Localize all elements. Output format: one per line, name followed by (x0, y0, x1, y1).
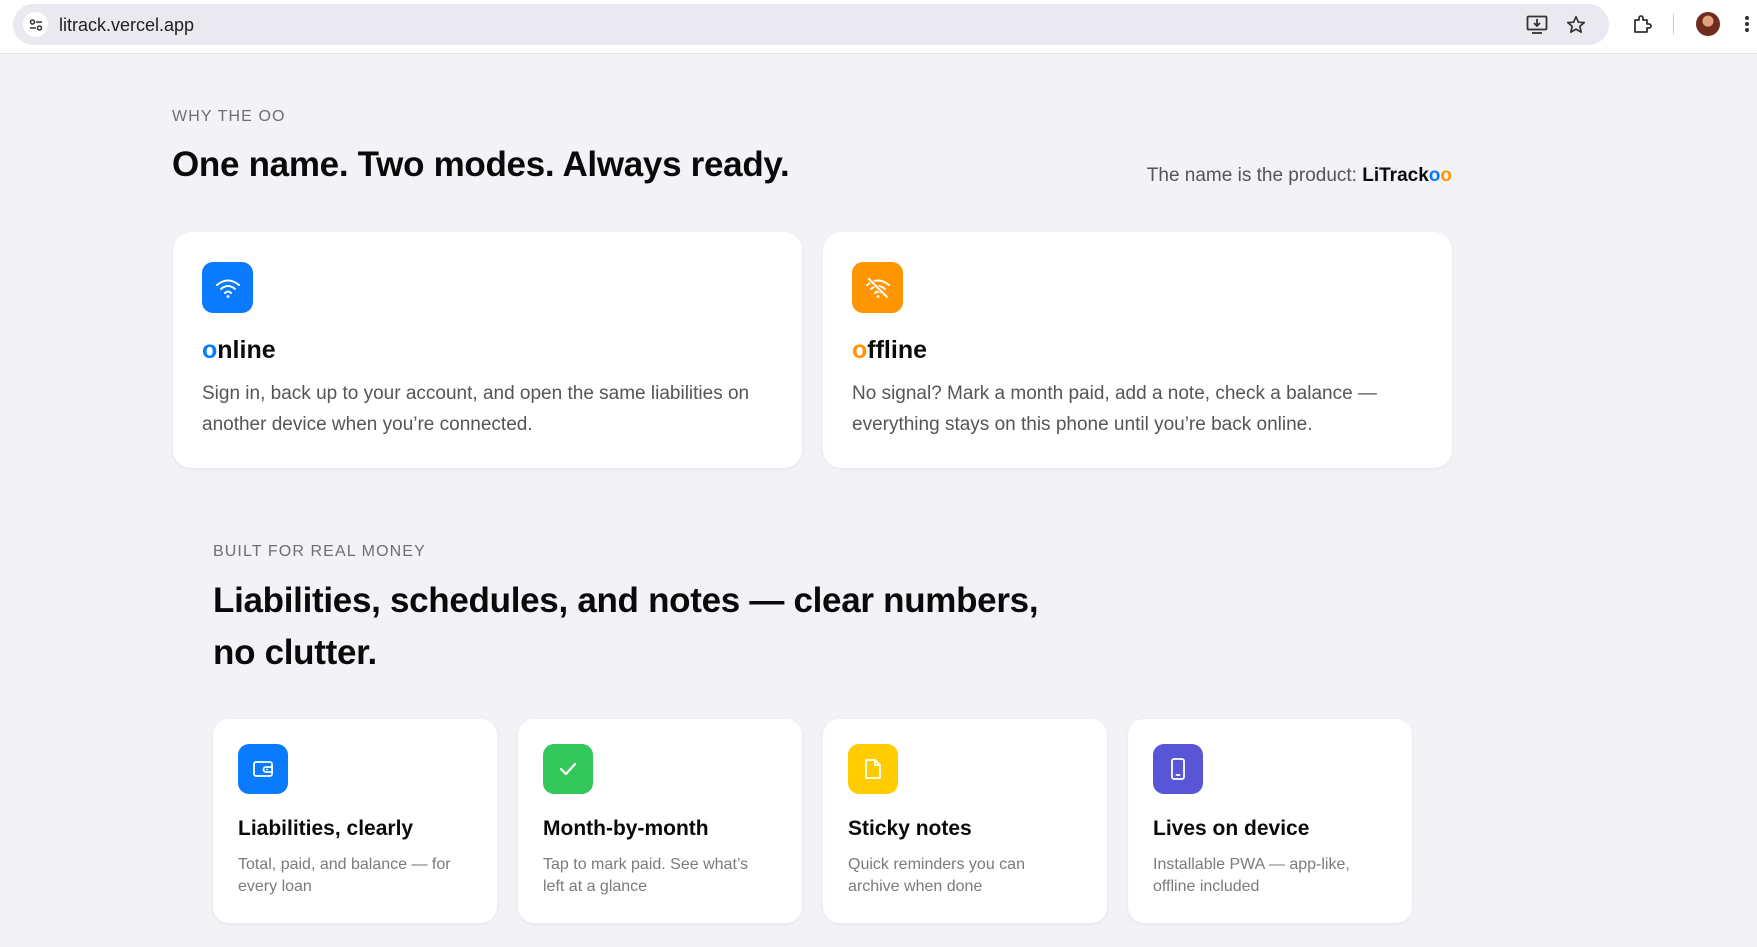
product-name-note: The name is the product: LiTrackoo (1000, 165, 1452, 187)
mode-desc-offline: No signal? Mark a month paid, add a note… (852, 383, 1377, 435)
browser-toolbar: litrack.vercel.app (0, 0, 1757, 54)
product-name: LiTrackoo (1362, 165, 1452, 186)
section-eyebrow-built: BUILT FOR REAL MONEY (213, 543, 426, 560)
mode-title-first-letter: o (852, 336, 868, 364)
checkmark-icon (543, 744, 593, 794)
product-name-main: LiTrack (1362, 165, 1429, 186)
product-name-o-online: o (1428, 165, 1441, 186)
feature-card-notes: Sticky notes Quick reminders you can arc… (823, 719, 1107, 923)
feature-title: Liabilities, clearly (238, 817, 414, 840)
feature-desc: Installable PWA — app-like, offline incl… (1153, 856, 1350, 895)
feature-title: Lives on device (1153, 817, 1310, 840)
mode-card-online: online Sign in, back up to your account,… (173, 232, 802, 468)
product-name-o-offline: o (1440, 165, 1452, 186)
feature-card-device: Lives on device Installable PWA — app-li… (1128, 719, 1412, 923)
bookmark-star-icon[interactable] (1566, 15, 1586, 35)
toolbar-divider (1673, 14, 1674, 34)
url-text[interactable]: litrack.vercel.app (59, 15, 194, 36)
section-eyebrow-why: WHY THE OO (172, 108, 286, 125)
mode-desc-online: Sign in, back up to your account, and op… (202, 383, 750, 435)
wifi-icon (202, 262, 253, 313)
note-icon (848, 744, 898, 794)
feature-title: Sticky notes (848, 817, 972, 840)
wifi-off-icon (852, 262, 903, 313)
site-info-icon[interactable] (23, 12, 48, 37)
mode-title-rest: ffline (867, 336, 927, 364)
product-note-prefix: The name is the product: (1146, 165, 1363, 186)
address-bar[interactable]: litrack.vercel.app (13, 4, 1609, 45)
phone-icon (1153, 744, 1203, 794)
feature-card-liabilities: Liabilities, clearly Total, paid, and ba… (213, 719, 497, 923)
install-app-icon[interactable] (1526, 15, 1548, 35)
extensions-icon[interactable] (1631, 13, 1653, 35)
feature-desc: Tap to mark paid. See what’s left at a g… (543, 856, 749, 895)
wallet-icon (238, 744, 288, 794)
mode-card-offline: offline No signal? Mark a month paid, ad… (823, 232, 1452, 468)
mode-title-rest: nline (217, 336, 276, 364)
feature-title: Month-by-month (543, 817, 709, 840)
mode-title-online: online (202, 336, 276, 365)
mode-title-offline: offline (852, 336, 927, 365)
feature-desc: Total, paid, and balance — for every loa… (238, 856, 451, 895)
mode-title-first-letter: o (202, 336, 218, 364)
feature-desc: Quick reminders you can archive when don… (848, 856, 1025, 895)
more-menu-icon[interactable] (1744, 13, 1754, 35)
section-title-built: Liabilities, schedules, and notes — clea… (213, 581, 1039, 672)
section-title-why: One name. Two modes. Always ready. (172, 145, 790, 184)
profile-avatar[interactable] (1696, 12, 1720, 36)
feature-card-month: Month-by-month Tap to mark paid. See wha… (518, 719, 802, 923)
